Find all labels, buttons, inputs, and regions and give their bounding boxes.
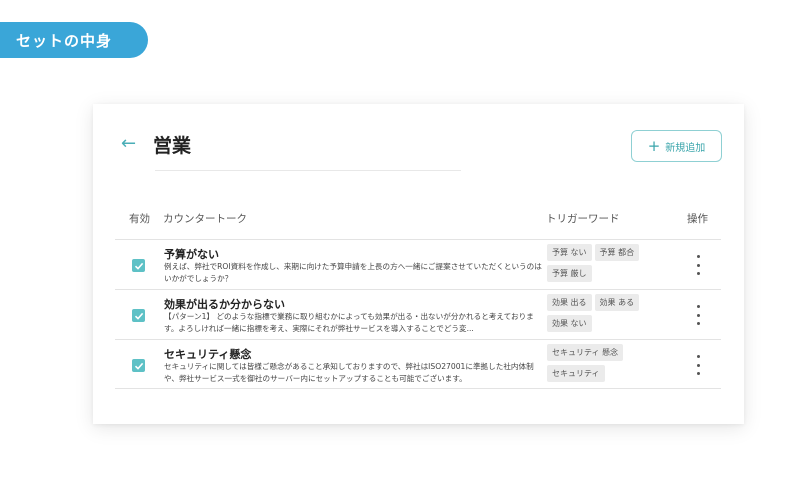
counter-talk-title: 効果が出るか分からない [164, 298, 285, 311]
check-icon [134, 362, 143, 370]
back-arrow-icon[interactable]: ← [121, 134, 136, 154]
trigger-word-tag: 予算 ない [547, 244, 592, 261]
add-new-button-label: 新規追加 [665, 142, 706, 154]
trigger-word-tags: 効果 出る 効果 ある 効果 ない [547, 294, 659, 332]
enabled-checkbox[interactable] [132, 359, 145, 372]
page-title: 営業 [153, 135, 192, 157]
section-ribbon-label: セットの中身 [16, 31, 113, 50]
trigger-word-tags: 予算 ない 予算 都合 予算 厳し [547, 244, 659, 282]
enabled-checkbox[interactable] [132, 259, 145, 272]
more-options-icon[interactable] [693, 255, 703, 275]
counter-talk-body: 【パターン1】 どのような指標で業務に取り組むかによっても効果が出る・出ないが分… [164, 312, 534, 333]
column-header-trigger-word: トリガーワード [546, 213, 620, 225]
trigger-word-tag: 予算 都合 [594, 244, 640, 261]
plus-icon: + [647, 137, 661, 155]
trigger-word-tag: セキュリティ [547, 365, 605, 382]
trigger-word-tag: 効果 出る [547, 294, 592, 311]
counter-talk-body: 例えば、弊社でROI資料を作成し、来期に向けた予算申請を上長の方へ一緒にご提案さ… [164, 262, 542, 283]
table-row: セキュリティ懸念 セキュリティに関しては皆様ご懸念があること承知しておりますので… [115, 339, 721, 389]
counter-talk-title: セキュリティ懸念 [164, 348, 252, 361]
column-header-enabled: 有効 [129, 213, 150, 225]
trigger-word-tags: セキュリティ 懸念 セキュリティ [547, 344, 659, 382]
table-row: 予算がない 例えば、弊社でROI資料を作成し、来期に向けた予算申請を上長の方へ一… [115, 239, 721, 289]
more-options-icon[interactable] [693, 305, 703, 325]
section-ribbon: セットの中身 [0, 22, 148, 58]
trigger-word-tag: セキュリティ 懸念 [547, 344, 624, 361]
check-icon [134, 312, 143, 320]
enabled-checkbox[interactable] [132, 309, 145, 322]
trigger-word-tag: 効果 ない [547, 315, 592, 332]
title-underline [155, 170, 461, 171]
add-new-button[interactable]: + 新規追加 [631, 130, 722, 162]
trigger-word-tag: 効果 ある [594, 294, 640, 311]
table-row: 効果が出るか分からない 【パターン1】 どのような指標で業務に取り組むかによって… [115, 289, 721, 339]
check-icon [134, 262, 143, 270]
counter-talk-body: セキュリティに関しては皆様ご懸念があること承知しておりますので、弊社はISO27… [164, 362, 534, 383]
column-header-counter-talk: カウンタートーク [163, 213, 247, 225]
trigger-word-tag: 予算 厳し [547, 265, 592, 282]
column-header-actions: 操作 [687, 213, 708, 225]
counter-talk-title: 予算がない [164, 248, 219, 261]
counter-talk-set-card: ← 営業 + 新規追加 有効 カウンタートーク トリガーワード 操作 予算がない… [93, 104, 744, 424]
more-options-icon[interactable] [693, 355, 703, 375]
